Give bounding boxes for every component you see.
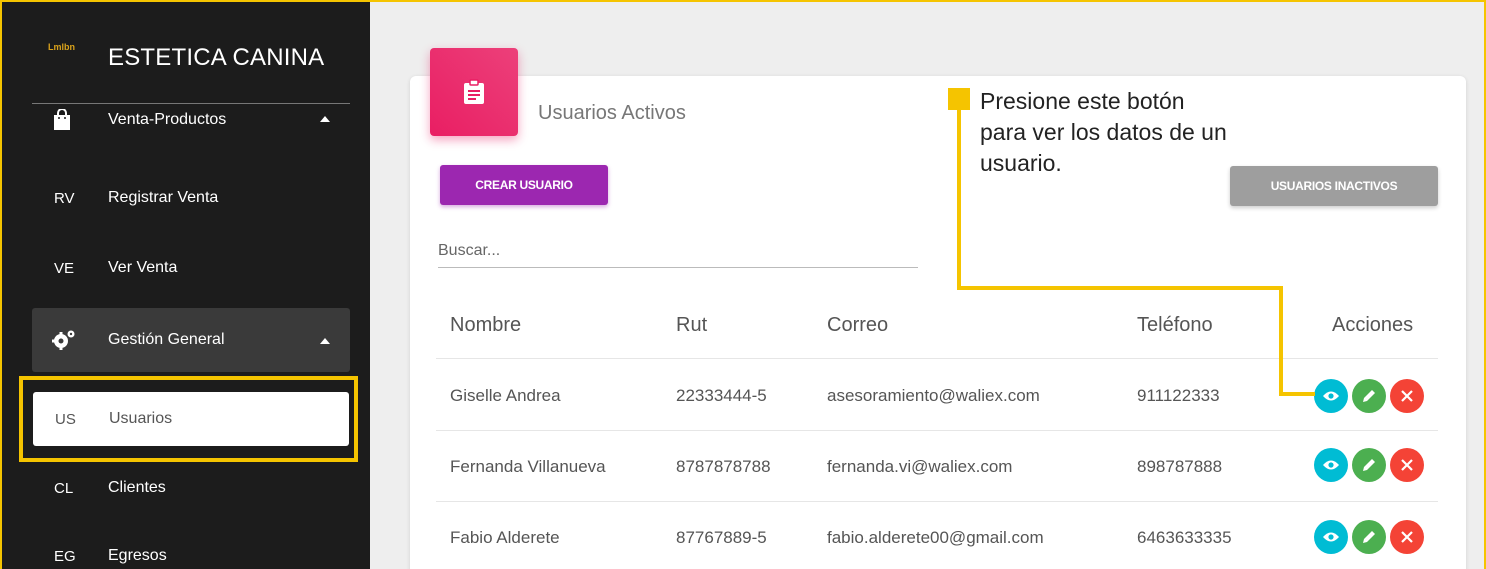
cell-telefono: 898787888 [1137, 457, 1223, 476]
pencil-icon [1363, 531, 1375, 543]
row-divider [436, 501, 1438, 502]
edit-user-button[interactable] [1352, 448, 1386, 482]
sidebar-item-label: Clientes [108, 479, 166, 496]
cell-rut: 8787878788 [676, 457, 771, 476]
cell-correo: fernanda.vi@waliex.com [827, 457, 1013, 476]
pencil-icon [1363, 390, 1375, 402]
inactive-users-button[interactable]: USUARIOS INACTIVOS [1230, 166, 1438, 206]
sidebar-item-abbr: RV [54, 189, 75, 207]
callout-line [1279, 392, 1315, 396]
sidebar-item-abbr: CL [54, 479, 74, 497]
row-divider [436, 358, 1438, 359]
view-user-button[interactable] [1314, 379, 1348, 413]
column-header-rut: Rut [676, 314, 708, 336]
callout-line [1279, 286, 1283, 396]
sidebar: Lmlbn ESTETICA CANINA Venta-Productos RV… [2, 2, 370, 569]
callout-line [957, 286, 1283, 290]
view-user-button[interactable] [1314, 448, 1348, 482]
sidebar-item-registrar-venta[interactable]: RV Registrar Venta [32, 172, 350, 224]
pencil-icon [1363, 459, 1375, 471]
sidebar-section-gestion-general[interactable]: Gestión General [32, 308, 350, 372]
caret-up-icon [320, 116, 330, 122]
cell-correo: fabio.alderete00@gmail.com [827, 528, 1044, 547]
callout-line [957, 110, 961, 290]
gears-icon [32, 329, 108, 351]
brand-title: ESTETICA CANINA [108, 44, 325, 71]
sidebar-item-label: Ver Venta [108, 259, 178, 276]
sidebar-item-ver-venta[interactable]: VE Ver Venta [32, 242, 350, 294]
cell-correo: asesoramiento@waliex.com [827, 386, 1040, 405]
sidebar-item-abbr: EG [54, 547, 76, 565]
sidebar-item-clientes[interactable]: CL Clientes [32, 462, 350, 514]
close-icon [1401, 390, 1413, 402]
card-title: Usuarios Activos [538, 102, 686, 124]
cell-nombre: Giselle Andrea [450, 386, 561, 405]
cell-telefono: 6463633335 [1137, 528, 1232, 547]
caret-up-icon [320, 338, 330, 344]
sidebar-section-label: Venta-Productos [108, 111, 227, 128]
create-user-button[interactable]: CREAR USUARIO [440, 165, 608, 205]
clipboard-icon [430, 48, 518, 136]
edit-user-button[interactable] [1352, 520, 1386, 554]
row-divider [436, 430, 1438, 431]
usuarios-highlight-box [19, 376, 358, 462]
column-header-telefono: Teléfono [1137, 314, 1213, 336]
callout-marker [948, 88, 970, 110]
view-user-button[interactable] [1314, 520, 1348, 554]
cell-rut: 22333444-5 [676, 386, 767, 405]
eye-icon [1323, 391, 1339, 401]
cell-nombre: Fabio Alderete [450, 528, 560, 547]
sidebar-section-label: Gestión General [108, 331, 225, 348]
eye-icon [1323, 532, 1339, 542]
edit-user-button[interactable] [1352, 379, 1386, 413]
sidebar-item-label: Registrar Venta [108, 189, 219, 206]
close-icon [1401, 531, 1413, 543]
delete-user-button[interactable] [1390, 448, 1424, 482]
users-card [410, 76, 1466, 569]
logo: Lmlbn [48, 42, 75, 52]
close-icon [1401, 459, 1413, 471]
column-header-acciones: Acciones [1332, 314, 1414, 336]
sidebar-item-abbr: VE [54, 259, 75, 277]
sidebar-item-label: Egresos [108, 547, 167, 564]
column-header-nombre: Nombre [450, 314, 522, 336]
cell-nombre: Fernanda Villanueva [450, 457, 606, 476]
sidebar-section-venta-productos[interactable]: Venta-Productos [32, 94, 350, 146]
main-content: Usuarios Activos CREAR USUARIO USUARIOS … [370, 2, 1484, 569]
callout-text: Presione este botón para ver los datos d… [980, 88, 1227, 176]
cell-rut: 87767889-5 [676, 528, 767, 547]
sidebar-item-egresos[interactable]: EG Egresos [32, 530, 350, 569]
cell-telefono: 911122333 [1137, 386, 1220, 405]
search-input[interactable] [438, 234, 918, 268]
delete-user-button[interactable] [1390, 379, 1424, 413]
shopping-bag-icon [32, 109, 108, 131]
eye-icon [1323, 460, 1339, 470]
column-header-correo: Correo [827, 314, 889, 336]
delete-user-button[interactable] [1390, 520, 1424, 554]
